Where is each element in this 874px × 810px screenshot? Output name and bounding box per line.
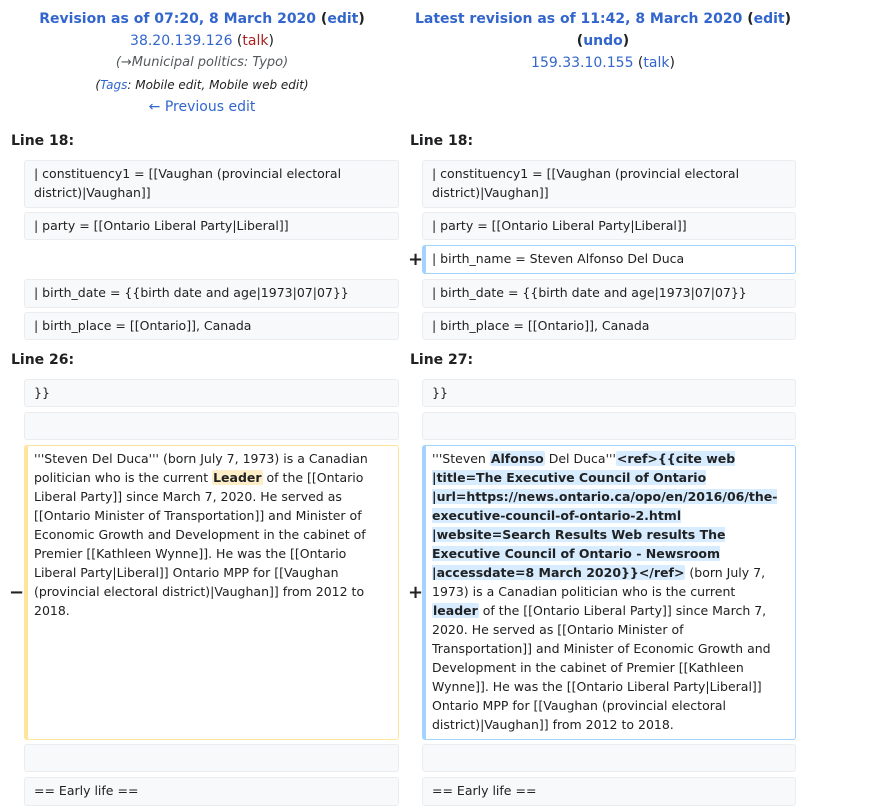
left-line-number-1: Line 18:	[11, 133, 75, 149]
left-context-constituency: | constituency1 = [[Vaughan (provincial …	[24, 160, 399, 208]
left-context-empty-line-2	[24, 744, 399, 772]
right-context-early-life: == Early life ==	[422, 777, 796, 806]
new-revision-title: Latest revision as of 11:42, 8 March 202…	[414, 11, 792, 27]
summary-arrow: (→	[115, 55, 132, 70]
summary-section-link[interactable]: Municipal politics	[132, 55, 244, 70]
left-line-number-2: Line 26:	[11, 352, 75, 368]
new-para-p2: Del Duca'''	[544, 451, 616, 466]
old-revision-link[interactable]: Revision as of 07:20, 8 March 2020	[39, 11, 316, 27]
new-user-link[interactable]: 159.33.10.155	[531, 55, 633, 71]
summary-text: : Typo)	[243, 55, 289, 70]
deleted-line-marker: −	[9, 582, 25, 603]
undo-link[interactable]: undo	[583, 33, 623, 49]
new-talk-link[interactable]: talk	[643, 55, 669, 71]
old-edit-summary: (→Municipal politics: Typo)	[10, 52, 394, 74]
old-user-link[interactable]: 38.20.139.126	[130, 33, 232, 49]
new-edit-link[interactable]: edit	[754, 11, 785, 27]
old-revision-header: Revision as of 07:20, 8 March 2020 (edit…	[10, 8, 394, 118]
new-para-p1: '''Steven	[432, 451, 490, 466]
right-line-number-1: Line 18:	[410, 133, 474, 149]
right-added-birth-name: | birth_name = Steven Alfonso Del Duca	[422, 245, 796, 274]
left-context-party: | party = [[Ontario Liberal Party|Libera…	[24, 212, 399, 240]
old-edit-link[interactable]: edit	[327, 11, 358, 27]
new-revision-header: Latest revision as of 11:42, 8 March 202…	[414, 11, 792, 71]
right-context-birth-date: | birth_date = {{birth date and age|1973…	[422, 279, 796, 308]
left-context-empty-line	[24, 412, 399, 440]
right-context-constituency: | constituency1 = [[Vaughan (provincial …	[422, 160, 796, 208]
right-context-empty-line-2	[422, 744, 796, 772]
right-added-paragraph: '''Steven Alfonso Del Duca'''<ref>{{cite…	[422, 445, 796, 740]
left-context-birth-place: | birth_place = [[Ontario]], Canada	[24, 312, 399, 340]
new-para-p4: of the [[Ontario Liberal Party]] since M…	[432, 603, 771, 732]
left-context-birth-date: | birth_date = {{birth date and age|1973…	[24, 279, 399, 308]
new-para-inserted-ref: <ref>{{cite web |title=The Executive Cou…	[432, 451, 778, 580]
old-para-changed-word: Leader	[212, 470, 263, 485]
old-revision-title: Revision as of 07:20, 8 March 2020 (edit…	[39, 11, 365, 27]
old-talk-link[interactable]: talk	[242, 33, 268, 49]
right-context-closing: }}	[422, 379, 796, 407]
right-context-birth-place: | birth_place = [[Ontario]], Canada	[422, 312, 796, 340]
added-paragraph-marker: +	[408, 582, 424, 603]
left-deleted-paragraph: '''Steven Del Duca''' (born July 7, 1973…	[24, 445, 399, 740]
old-para-after: of the [[Ontario Liberal Party]] since M…	[34, 470, 366, 618]
tags-list: : Mobile edit, Mobile web edit)	[127, 78, 309, 92]
new-para-inserted-middle-name: Alfonso	[489, 451, 545, 466]
added-line-marker: +	[408, 249, 424, 270]
new-para-changed-word: leader	[432, 603, 479, 618]
tags-link[interactable]: Tags	[100, 78, 127, 92]
left-context-early-life: == Early life ==	[24, 777, 399, 806]
previous-edit-link[interactable]: ← Previous edit	[149, 99, 256, 115]
right-context-party: | party = [[Ontario Liberal Party|Libera…	[422, 212, 796, 240]
right-context-empty-line	[422, 412, 796, 440]
right-line-number-2: Line 27:	[410, 352, 474, 368]
new-revision-link[interactable]: Latest revision as of 11:42, 8 March 202…	[415, 11, 742, 27]
left-context-closing: }}	[24, 379, 399, 407]
old-tags: (Tags: Mobile edit, Mobile web edit)	[10, 74, 394, 96]
